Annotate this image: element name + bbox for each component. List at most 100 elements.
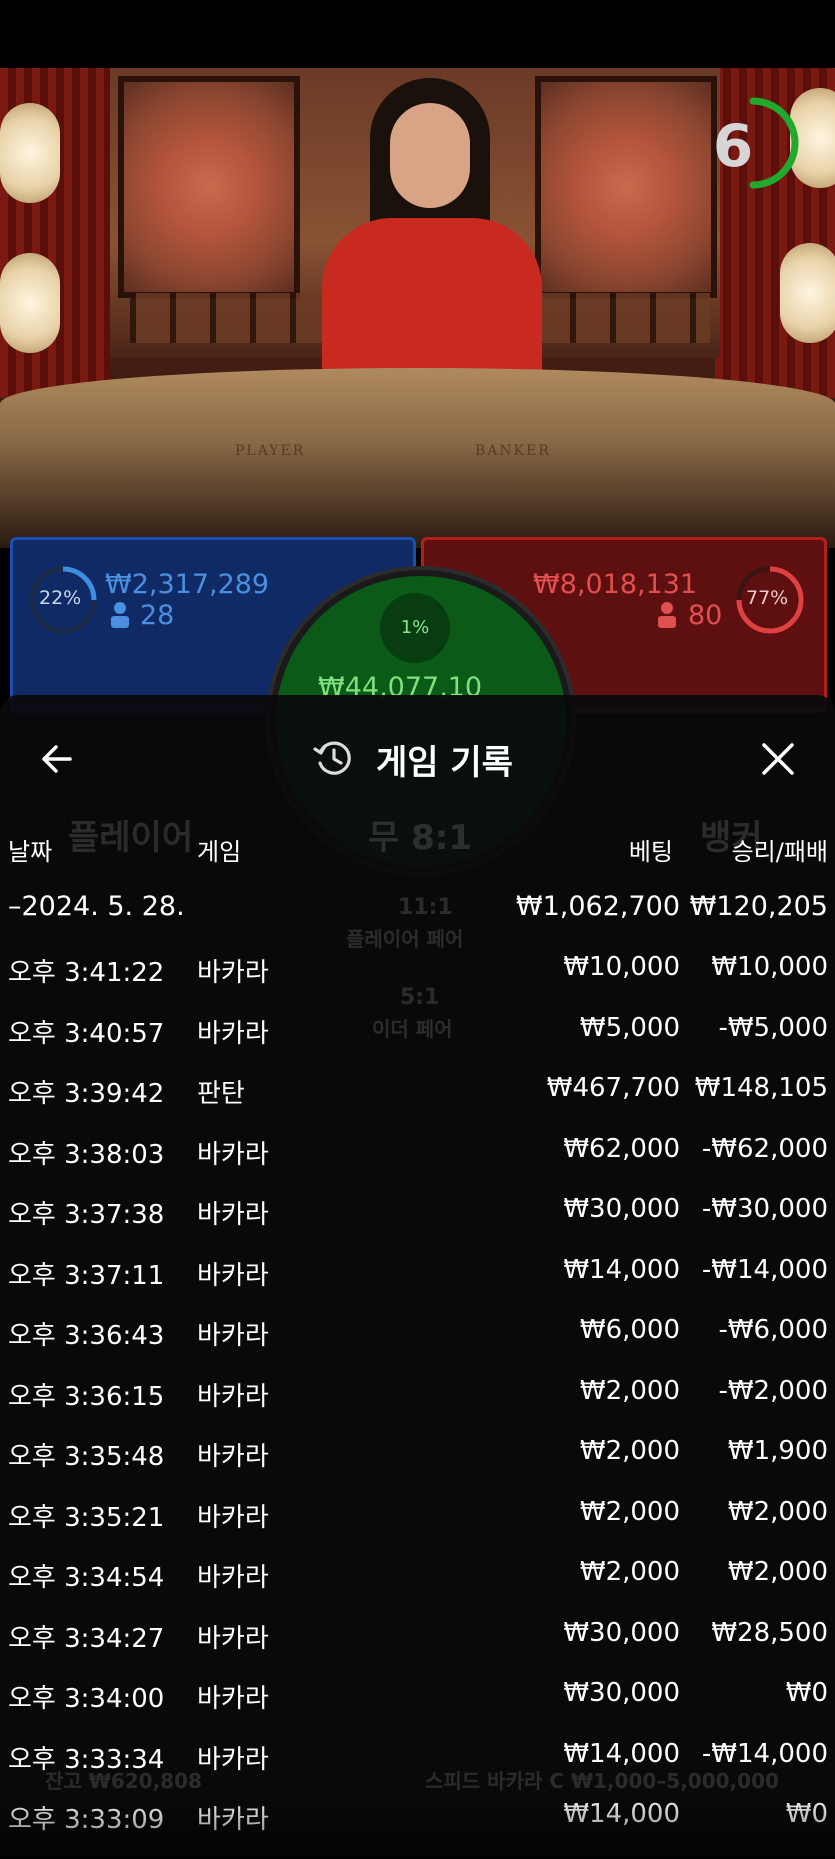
player-percent: 22% bbox=[39, 587, 82, 609]
history-icon bbox=[313, 741, 351, 775]
history-row[interactable]: 오후 3:40:57 바카라 ₩5,000 -₩5,000 bbox=[0, 1013, 835, 1073]
history-row[interactable]: 오후 3:39:42 판탄 ₩467,700 ₩148,105 bbox=[0, 1073, 835, 1133]
row-result: ₩0 bbox=[785, 1799, 828, 1829]
row-game: 바카라 bbox=[197, 1442, 269, 1472]
row-bet: ₩30,000 bbox=[563, 1194, 680, 1224]
history-row[interactable]: 오후 3:37:38 바카라 ₩30,000 -₩30,000 bbox=[0, 1194, 835, 1254]
history-row[interactable]: 오후 3:36:15 바카라 ₩2,000 -₩2,000 bbox=[0, 1376, 835, 1436]
row-game: 바카라 bbox=[197, 1018, 269, 1049]
row-result: ₩1,900 bbox=[727, 1436, 828, 1466]
row-bet: ₩2,000 bbox=[579, 1436, 680, 1466]
row-game: 바카라 bbox=[197, 958, 269, 988]
history-row[interactable]: 오후 3:35:21 바카라 ₩2,000 ₩2,000 bbox=[0, 1497, 835, 1557]
player-total-amount: ₩2,317,289 bbox=[105, 569, 270, 600]
history-row[interactable]: 오후 3:37:11 바카라 ₩14,000 -₩14,000 bbox=[0, 1255, 835, 1315]
row-result: -₩6,000 bbox=[718, 1315, 828, 1345]
history-row[interactable]: 오후 3:34:27 바카라 ₩30,000 ₩28,500 bbox=[0, 1618, 835, 1678]
row-game: 바카라 bbox=[197, 1321, 269, 1351]
row-result: ₩28,500 bbox=[711, 1617, 828, 1648]
banker-percent: 77% bbox=[746, 587, 789, 609]
status-bar bbox=[0, 0, 835, 68]
row-game: 바카라 bbox=[197, 1502, 269, 1533]
row-time: 오후 3:39:42 bbox=[8, 1079, 165, 1109]
row-game: 바카라 bbox=[197, 1684, 269, 1714]
row-time: 오후 3:33:34 bbox=[8, 1744, 165, 1775]
row-time: 오후 3:34:54 bbox=[8, 1563, 165, 1593]
history-row[interactable]: 오후 3:41:22 바카라 ₩10,000 ₩10,000 bbox=[0, 952, 835, 1012]
row-bet: ₩14,000 bbox=[563, 1254, 680, 1285]
row-bet: ₩14,000 bbox=[563, 1738, 680, 1769]
history-row[interactable]: 오후 3:33:09 바카라 ₩14,000 ₩0 bbox=[0, 1799, 835, 1859]
row-time: 오후 3:36:43 bbox=[8, 1321, 165, 1351]
row-game: 바카라 bbox=[197, 1260, 269, 1291]
table-player-label: PLAYER bbox=[235, 443, 306, 459]
countdown-timer: 6 bbox=[712, 112, 754, 180]
row-result: -₩14,000 bbox=[701, 1738, 828, 1769]
person-icon bbox=[111, 602, 129, 628]
row-time: 오후 3:37:38 bbox=[8, 1200, 165, 1230]
date-group-date: –2024. 5. 28. bbox=[8, 891, 185, 922]
player-count: 28 bbox=[140, 600, 175, 631]
row-result: -₩5,000 bbox=[718, 1012, 828, 1043]
history-row[interactable]: 오후 3:33:34 바카라 ₩14,000 -₩14,000 bbox=[0, 1739, 835, 1799]
row-game: 바카라 bbox=[197, 1744, 269, 1775]
row-bet: ₩6,000 bbox=[579, 1315, 680, 1345]
row-result: -₩2,000 bbox=[718, 1375, 828, 1406]
row-result: -₩30,000 bbox=[701, 1194, 828, 1224]
row-result: -₩62,000 bbox=[701, 1133, 828, 1164]
date-group-total-bet: ₩1,062,700 bbox=[515, 891, 680, 922]
row-bet: ₩30,000 bbox=[563, 1678, 680, 1708]
row-game: 판탄 bbox=[197, 1079, 245, 1109]
row-bet: ₩2,000 bbox=[579, 1496, 680, 1527]
row-time: 오후 3:34:00 bbox=[8, 1684, 165, 1714]
arrow-left-icon[interactable] bbox=[36, 737, 80, 781]
row-result: ₩2,000 bbox=[727, 1557, 828, 1587]
dealer-face bbox=[390, 103, 470, 208]
row-game: 바카라 bbox=[197, 1563, 269, 1593]
column-header-game: 게임 bbox=[197, 838, 242, 866]
row-time: 오후 3:34:27 bbox=[8, 1623, 165, 1654]
close-icon[interactable] bbox=[756, 737, 800, 781]
row-bet: ₩30,000 bbox=[563, 1617, 680, 1648]
column-header-win-loss: 승리/패배 bbox=[731, 838, 828, 866]
row-game: 바카라 bbox=[197, 1139, 269, 1170]
history-row[interactable]: 오후 3:38:03 바카라 ₩62,000 -₩62,000 bbox=[0, 1134, 835, 1194]
row-bet: ₩10,000 bbox=[563, 952, 680, 982]
lantern-icon bbox=[0, 253, 60, 353]
history-header: 게임 기록 bbox=[0, 695, 835, 815]
person-icon bbox=[658, 602, 676, 628]
history-row[interactable]: 오후 3:35:48 바카라 ₩2,000 ₩1,900 bbox=[0, 1436, 835, 1496]
row-result: ₩2,000 bbox=[727, 1496, 828, 1527]
ghost-player-label: 플레이어 bbox=[68, 818, 194, 858]
row-time: 오후 3:33:09 bbox=[8, 1805, 165, 1835]
row-time: 오후 3:40:57 bbox=[8, 1018, 165, 1049]
row-game: 바카라 bbox=[197, 1381, 269, 1412]
row-bet: ₩5,000 bbox=[579, 1012, 680, 1043]
row-time: 오후 3:35:48 bbox=[8, 1442, 165, 1472]
banker-total-amount: ₩8,018,131 bbox=[533, 569, 698, 600]
row-bet: ₩2,000 bbox=[579, 1375, 680, 1406]
row-time: 오후 3:41:22 bbox=[8, 958, 165, 988]
history-title: 게임 기록 bbox=[376, 743, 513, 783]
history-row[interactable]: 오후 3:36:43 바카라 ₩6,000 -₩6,000 bbox=[0, 1315, 835, 1375]
window-right bbox=[535, 76, 717, 298]
lantern-icon bbox=[780, 243, 835, 343]
row-time: 오후 3:35:21 bbox=[8, 1502, 165, 1533]
table-banker-label: BANKER bbox=[475, 443, 551, 459]
history-row[interactable]: 오후 3:34:54 바카라 ₩2,000 ₩2,000 bbox=[0, 1557, 835, 1617]
tie-percent: 1% bbox=[380, 593, 450, 663]
row-time: 오후 3:37:11 bbox=[8, 1260, 165, 1291]
game-table bbox=[0, 368, 835, 548]
row-result: -₩14,000 bbox=[701, 1254, 828, 1285]
row-game: 바카라 bbox=[197, 1623, 269, 1654]
date-group-row[interactable]: –2024. 5. 28. ₩1,062,700 ₩120,205 bbox=[0, 891, 835, 951]
history-row[interactable]: 오후 3:34:00 바카라 ₩30,000 ₩0 bbox=[0, 1678, 835, 1738]
row-bet: ₩14,000 bbox=[563, 1799, 680, 1829]
row-game: 바카라 bbox=[197, 1805, 269, 1835]
column-header-bet: 베팅 bbox=[628, 838, 673, 866]
date-group-total-win: ₩120,205 bbox=[689, 891, 828, 922]
row-bet: ₩467,700 bbox=[546, 1073, 680, 1103]
row-result: ₩148,105 bbox=[694, 1073, 828, 1103]
row-time: 오후 3:38:03 bbox=[8, 1139, 165, 1170]
game-history-panel: 플레이어 무 8:1 뱅커 11:1 플레이어 페어 5:1 이더 페어 잔고 … bbox=[0, 695, 835, 1856]
